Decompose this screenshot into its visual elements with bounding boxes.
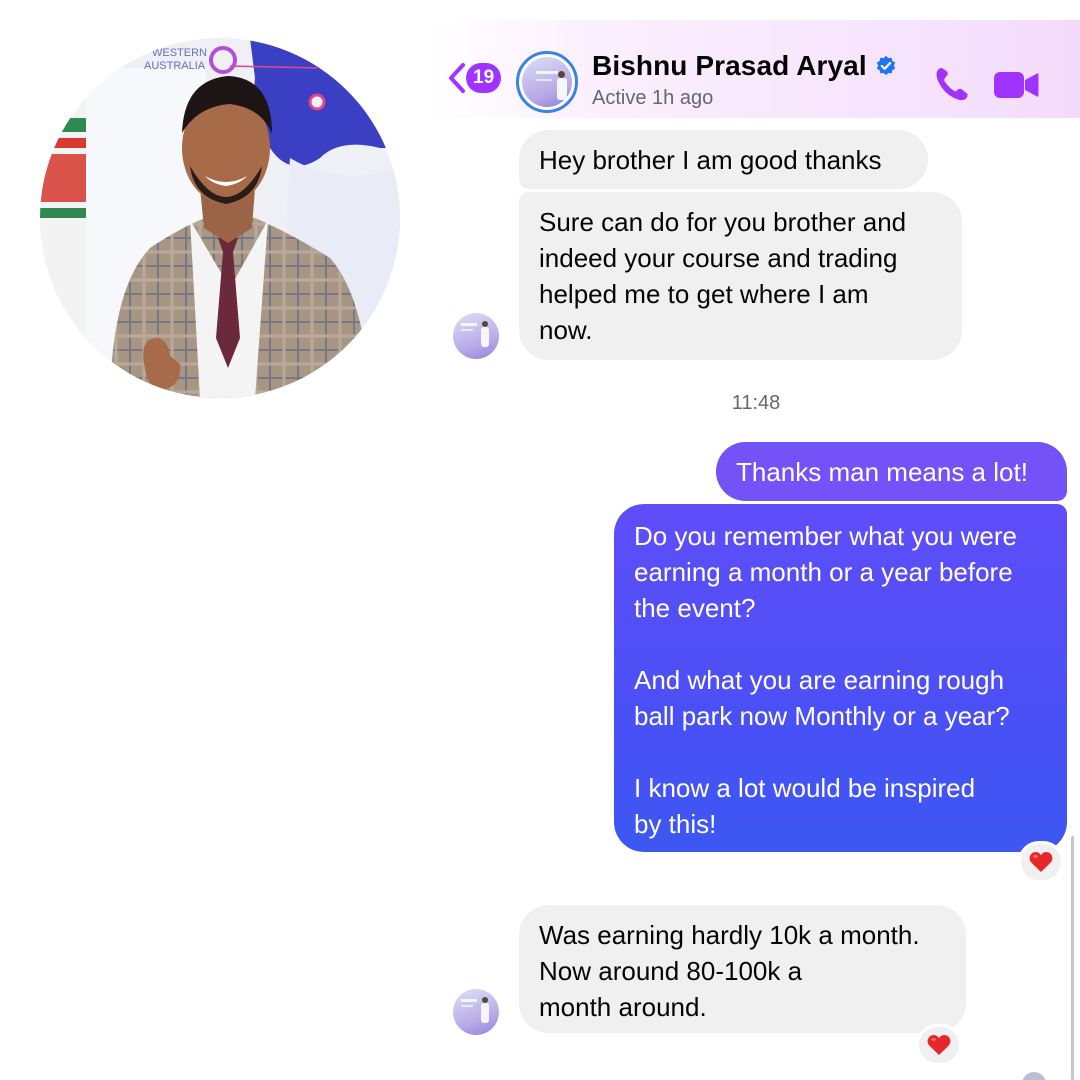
heart-icon <box>927 1035 951 1055</box>
heart-icon <box>1029 852 1053 872</box>
message-text: Do you remember what you were earning a … <box>634 521 1017 839</box>
verified-badge-icon <box>876 55 895 76</box>
message-text: Hey brother I am good thanks <box>539 145 882 175</box>
message-bubble-outgoing[interactable]: Do you remember what you were earning a … <box>614 504 1067 852</box>
reaction-badge[interactable] <box>916 1024 962 1066</box>
backdrop-text-2: AUSTRALIA <box>144 60 206 72</box>
message-timestamp: 11:48 <box>731 392 781 414</box>
message-bubble-incoming[interactable]: Hey brother I am good thanks <box>519 130 928 189</box>
message-bubble-incoming[interactable]: Was earning hardly 10k a month. Now arou… <box>519 905 966 1033</box>
sender-avatar[interactable] <box>453 989 499 1035</box>
seen-indicator-avatar <box>1022 1072 1046 1080</box>
profile-photo: WESTERN AUSTRALIA <box>40 38 400 398</box>
chevron-left-icon <box>449 63 465 93</box>
backdrop-text-1: WESTERN <box>152 47 207 59</box>
back-button[interactable]: 19 <box>446 62 502 94</box>
message-bubble-outgoing[interactable]: Thanks man means a lot! <box>716 442 1067 501</box>
contact-avatar[interactable] <box>516 51 578 113</box>
contact-status: Active 1h ago <box>592 87 714 109</box>
message-text: Thanks man means a lot! <box>736 457 1028 487</box>
message-bubble-incoming[interactable]: Sure can do for you brother and indeed y… <box>519 192 962 360</box>
contact-name[interactable]: Bishnu Prasad Aryal <box>592 50 867 82</box>
message-text: Was earning hardly 10k a month. Now arou… <box>539 920 920 1022</box>
scrollbar[interactable] <box>1071 836 1074 1080</box>
sender-avatar[interactable] <box>453 313 499 359</box>
video-camera-icon[interactable] <box>993 70 1039 100</box>
reaction-badge[interactable] <box>1018 841 1064 883</box>
phone-icon[interactable] <box>932 64 972 104</box>
chat-header: 19 Bishnu Prasad Aryal Active 1h ago <box>430 20 1080 118</box>
message-text: Sure can do for you brother and indeed y… <box>539 207 907 345</box>
profile-photo-illustration: WESTERN AUSTRALIA <box>40 38 400 398</box>
unread-count-badge: 19 <box>466 63 502 93</box>
